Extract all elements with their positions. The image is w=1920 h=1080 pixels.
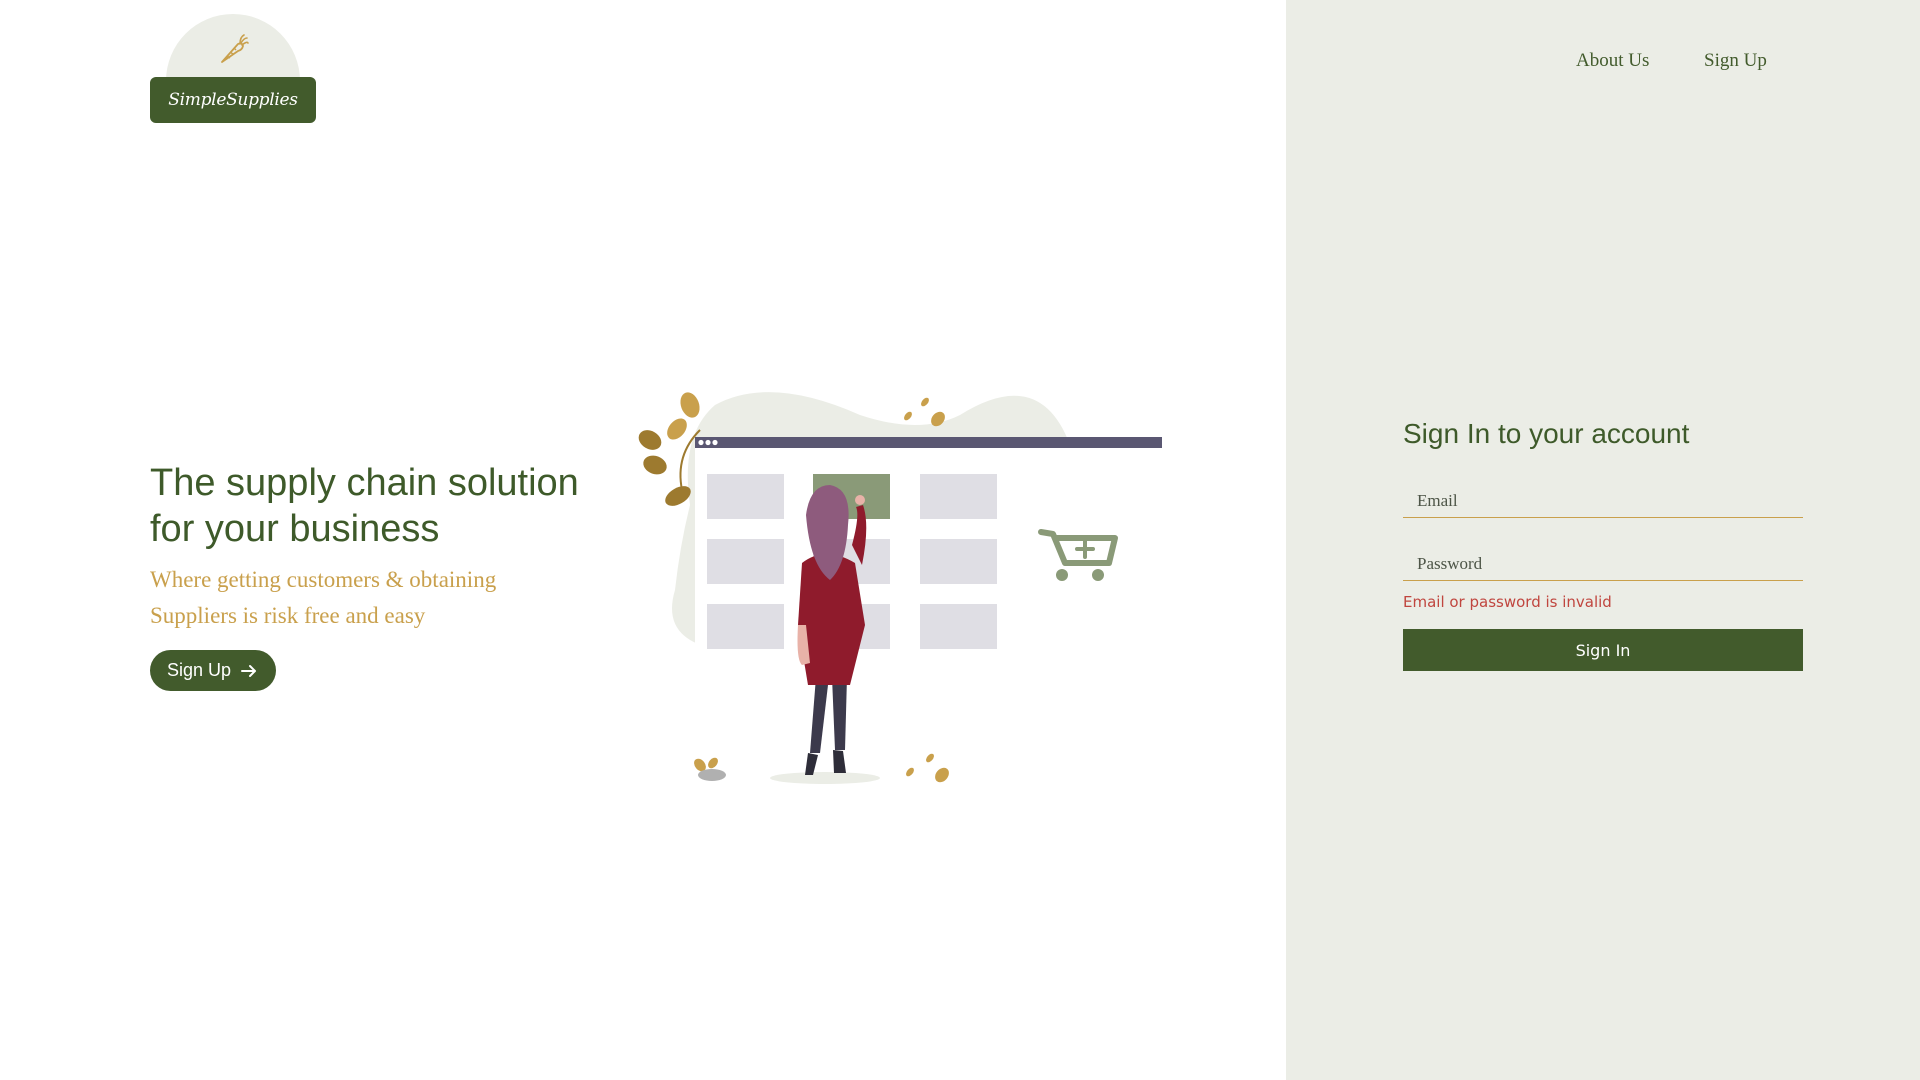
email-field[interactable] bbox=[1403, 484, 1803, 518]
logo-badge: SimpleSupplies bbox=[150, 77, 316, 123]
signin-title: Sign In to your account bbox=[1403, 418, 1690, 449]
carrot-icon bbox=[221, 34, 249, 63]
arrow-right-icon bbox=[241, 664, 257, 677]
brand-name: SimpleSupplies bbox=[168, 90, 298, 110]
shopping-illustration bbox=[638, 392, 1162, 784]
hero-subtitle: Where getting customers & obtaining Supp… bbox=[150, 567, 497, 628]
nav-about-us[interactable]: About Us bbox=[1576, 50, 1649, 72]
hero-sign-up-button[interactable]: Sign Up bbox=[150, 650, 276, 691]
hero-title: The supply chain solution for your busin… bbox=[150, 462, 579, 550]
signin-panel bbox=[1286, 0, 1920, 1080]
signin-error-message: Email or password is invalid bbox=[1403, 593, 1612, 611]
hero-sign-up-label: Sign Up bbox=[166, 660, 232, 680]
nav-sign-up[interactable]: Sign Up bbox=[1704, 50, 1767, 72]
browser-titlebar bbox=[695, 437, 1162, 448]
sign-in-button[interactable]: Sign In bbox=[1403, 629, 1803, 671]
password-field[interactable] bbox=[1403, 547, 1803, 581]
brand-logo[interactable]: SimpleSupplies bbox=[150, 14, 316, 124]
